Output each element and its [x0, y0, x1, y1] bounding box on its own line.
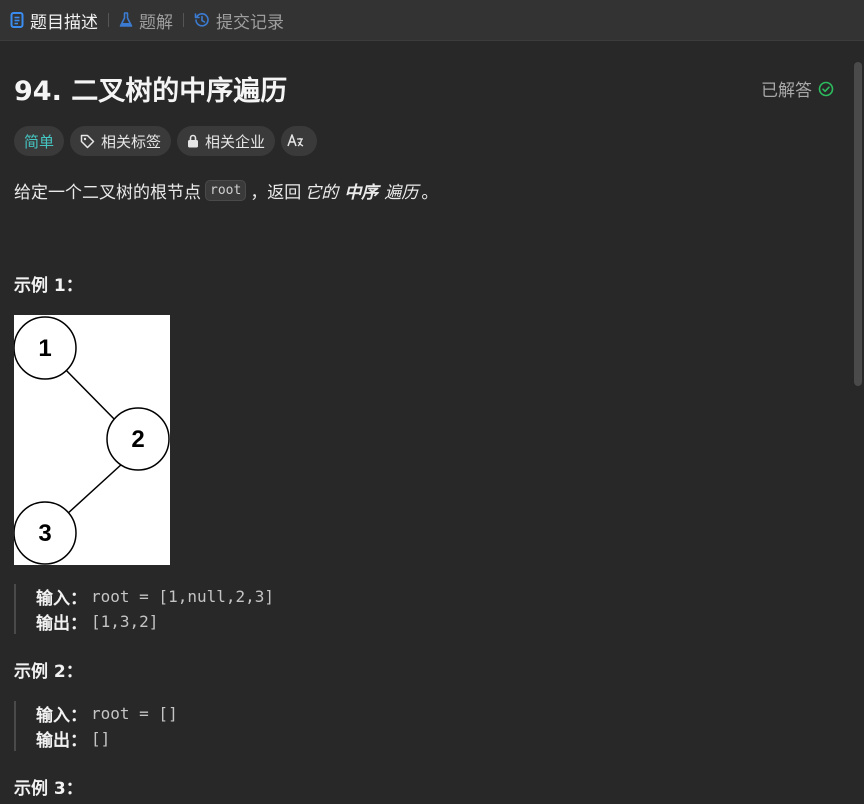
tab-solutions[interactable]: 题解	[109, 0, 183, 40]
solved-status-label: 已解答	[761, 81, 812, 101]
flask-icon	[119, 12, 133, 27]
tree-node-label: 3	[38, 520, 51, 547]
statement-middle: ，返回	[250, 183, 302, 203]
statement-code-root: root	[205, 180, 247, 201]
output-label: 输出：	[36, 731, 87, 751]
output-value: []	[91, 729, 111, 748]
tag-icon	[80, 134, 95, 148]
example-2-io: 输入： root = [] 输出： []	[14, 701, 178, 751]
scrollbar-thumb[interactable]	[854, 62, 862, 386]
example-2-output: 输出： []	[36, 726, 178, 751]
statement-emphasis-2: 遍历	[384, 183, 419, 203]
input-label: 输入：	[36, 706, 87, 726]
input-value: root = []	[91, 704, 178, 723]
related-companies-label: 相关企业	[205, 132, 266, 151]
example-1-title: 示例 1：	[14, 276, 83, 296]
example-1-tree-image: 1 2 3	[14, 315, 170, 565]
difficulty-badge[interactable]: 简单	[14, 126, 65, 156]
example-2-input: 输入： root = []	[36, 701, 178, 726]
example-1-input: 输入： root = [1,null,2,3]	[36, 584, 274, 609]
example-1-output: 输出： [1,3,2]	[36, 609, 274, 634]
tab-description[interactable]: 题目描述	[0, 0, 108, 40]
input-value: root = [1,null,2,3]	[91, 587, 275, 606]
statement-strong: 中序	[344, 183, 379, 203]
related-tags-label: 相关标签	[101, 132, 162, 151]
document-icon	[10, 12, 24, 28]
translate-icon	[287, 134, 304, 147]
input-label: 输入：	[36, 589, 87, 609]
output-value: [1,3,2]	[91, 612, 159, 631]
statement-emphasis-1: 它的	[304, 183, 339, 203]
translate-button[interactable]	[281, 126, 318, 156]
output-label: 输出：	[36, 614, 87, 634]
tree-edge	[58, 362, 122, 427]
related-companies-button[interactable]: 相关企业	[177, 126, 276, 156]
tab-submissions[interactable]: 提交记录	[184, 0, 294, 40]
lock-icon	[188, 134, 199, 148]
related-tags-button[interactable]: 相关标签	[70, 126, 172, 156]
tree-node-label: 2	[131, 426, 144, 453]
tab-submissions-label: 提交记录	[216, 12, 284, 33]
tree-edge	[65, 462, 124, 516]
tab-solutions-label: 题解	[139, 12, 173, 33]
example-2-title: 示例 2：	[14, 662, 83, 682]
problem-statement: 给定一个二叉树的根节点 root ，返回 它的 中序 遍历 。	[14, 178, 438, 203]
tree-node-label: 1	[38, 335, 51, 362]
problem-description-panel: 94. 二叉树的中序遍历 已解答 简单 相关标签 相关企业 给定一个二叉树的根节…	[0, 41, 852, 804]
tab-description-label: 题目描述	[30, 12, 98, 33]
example-3-title: 示例 3：	[14, 779, 83, 799]
statement-prefix: 给定一个二叉树的根节点	[14, 183, 201, 203]
example-1-io: 输入： root = [1,null,2,3] 输出： [1,3,2]	[14, 584, 274, 634]
tab-bar: 题目描述 题解 提交记录	[0, 0, 864, 41]
tag-row: 简单 相关标签 相关企业	[14, 126, 318, 156]
statement-suffix: 。	[421, 183, 439, 203]
solved-status: 已解答	[761, 76, 834, 101]
problem-title: 94. 二叉树的中序遍历	[14, 76, 288, 107]
check-circle-icon	[818, 81, 834, 96]
history-icon	[194, 13, 209, 27]
